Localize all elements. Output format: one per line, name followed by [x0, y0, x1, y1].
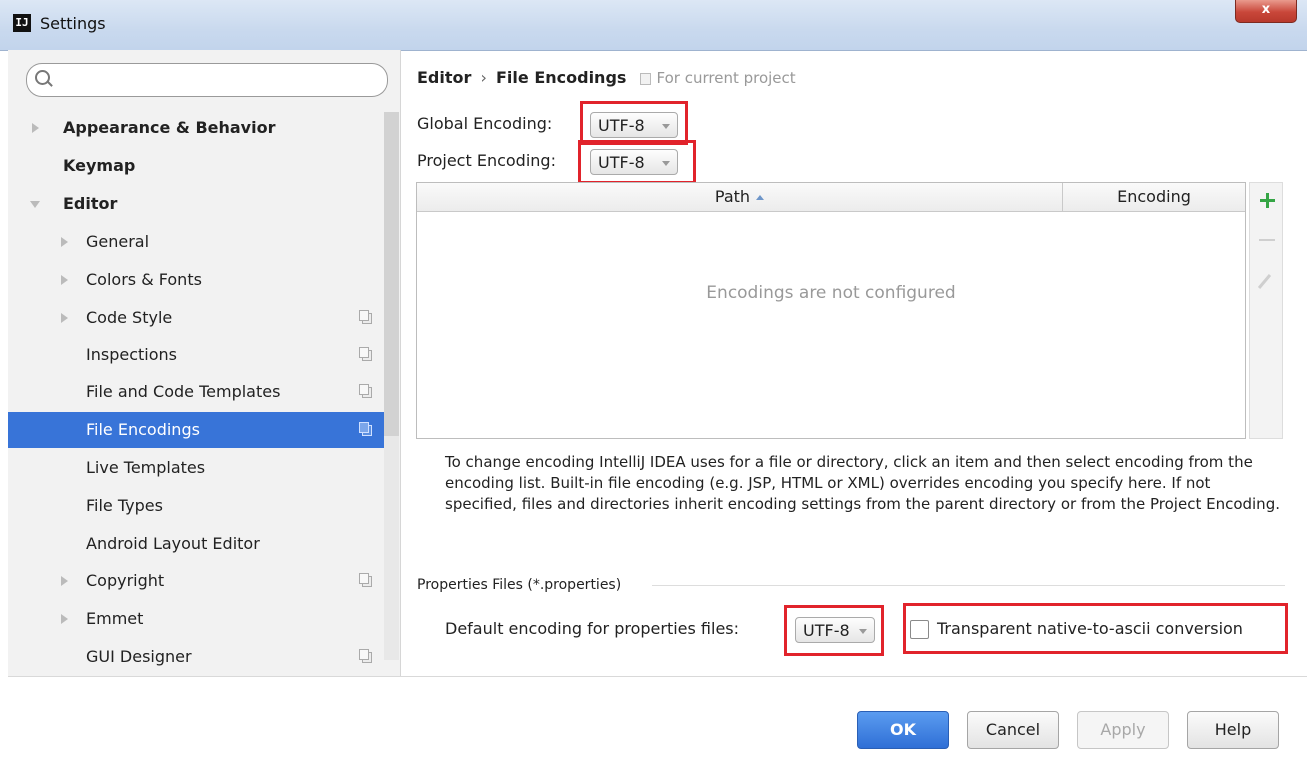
- breadcrumb-separator: ›: [480, 68, 487, 87]
- sidebar-item-appearance-behavior[interactable]: Appearance & Behavior: [8, 110, 384, 146]
- settings-search-input[interactable]: [26, 63, 388, 97]
- expand-arrow-icon[interactable]: [32, 123, 39, 133]
- sidebar-scrollbar[interactable]: [384, 112, 399, 660]
- project-scope-icon: [639, 72, 651, 85]
- sidebar-item-label: Keymap: [63, 156, 136, 175]
- group-divider: [652, 585, 1285, 586]
- sidebar-item-label: Android Layout Editor: [86, 534, 260, 553]
- global-encoding-value: UTF-8: [598, 116, 645, 135]
- chevron-down-icon: [859, 629, 867, 634]
- project-scope-icon: [359, 649, 372, 663]
- project-scope-icon: [359, 422, 372, 436]
- add-icon[interactable]: [1259, 192, 1275, 208]
- sidebar-item-label: Code Style: [86, 308, 173, 327]
- chevron-down-icon: [662, 161, 670, 166]
- window-title: Settings: [40, 14, 106, 33]
- sidebar-item-code-style[interactable]: Code Style: [8, 300, 384, 336]
- expand-arrow-icon[interactable]: [61, 313, 68, 323]
- project-scope-icon: [359, 384, 372, 398]
- breadcrumb-parent: Editor: [417, 68, 472, 87]
- table-header: Path Encoding: [417, 183, 1245, 212]
- sidebar-item-label: GUI Designer: [86, 647, 192, 666]
- bottom-separator: [8, 676, 1307, 677]
- breadcrumb: Editor › File Encodings For current proj…: [417, 68, 796, 87]
- path-column-label: Path: [714, 187, 751, 206]
- encoding-column-header[interactable]: Encoding: [1063, 183, 1245, 211]
- sidebar-item-label: Colors & Fonts: [86, 270, 202, 289]
- project-encoding-value: UTF-8: [598, 153, 645, 172]
- sidebar-item-label: Inspections: [86, 345, 177, 364]
- sidebar-item-label: Copyright: [86, 571, 165, 590]
- properties-group-title: Properties Files (*.properties): [417, 577, 622, 593]
- remove-icon[interactable]: [1259, 239, 1275, 241]
- sidebar-item-emmet[interactable]: Emmet: [8, 601, 384, 637]
- intellij-app-icon: IJ: [13, 14, 31, 32]
- sidebar-item-inspections[interactable]: Inspections: [8, 337, 384, 373]
- expand-arrow-icon[interactable]: [61, 576, 68, 586]
- sidebar-item-label: Emmet: [86, 609, 144, 628]
- sidebar-item-label: File Encodings: [86, 420, 200, 439]
- global-encoding-label: Global Encoding:: [417, 114, 553, 133]
- sidebar-item-label: File Types: [86, 496, 163, 515]
- sidebar-item-file-types[interactable]: File Types: [8, 488, 384, 524]
- ok-button[interactable]: OK: [857, 711, 949, 749]
- edit-pencil-icon[interactable]: [1257, 274, 1272, 289]
- sidebar-item-general[interactable]: General: [8, 224, 384, 260]
- sidebar-item-colors-fonts[interactable]: Colors & Fonts: [8, 262, 384, 298]
- properties-encoding-value: UTF-8: [803, 621, 850, 640]
- sidebar-scrollbar-thumb[interactable]: [384, 112, 399, 436]
- sidebar-item-label: General: [86, 232, 150, 251]
- sidebar-item-live-templates[interactable]: Live Templates: [8, 450, 384, 486]
- sidebar-item-editor[interactable]: Editor: [8, 186, 384, 222]
- breadcrumb-scope-note: For current project: [639, 69, 796, 87]
- encoding-column-label: Encoding: [1117, 187, 1191, 206]
- sidebar-item-android-layout-editor[interactable]: Android Layout Editor: [8, 526, 384, 562]
- project-scope-icon: [359, 573, 372, 587]
- properties-encoding-select[interactable]: UTF-8: [795, 617, 875, 643]
- sidebar-item-label: Appearance & Behavior: [63, 118, 276, 137]
- cancel-button[interactable]: Cancel: [967, 711, 1059, 749]
- sidebar-item-label: Live Templates: [86, 458, 206, 477]
- search-icon: [35, 70, 50, 85]
- sidebar-item-gui-designer[interactable]: GUI Designer: [8, 639, 384, 675]
- sidebar-item-file-encodings[interactable]: File Encodings: [8, 412, 384, 448]
- breadcrumb-current: File Encodings: [496, 68, 627, 87]
- encodings-table[interactable]: Path Encoding Encodings are not configur…: [416, 182, 1246, 439]
- expand-arrow-icon[interactable]: [61, 614, 68, 624]
- collapse-arrow-icon[interactable]: [30, 201, 40, 208]
- sidebar-item-file-code-templates[interactable]: File and Code Templates: [8, 374, 384, 410]
- scope-note-text: For current project: [656, 69, 796, 87]
- project-encoding-select[interactable]: UTF-8: [590, 149, 678, 175]
- transparent-conversion-checkbox[interactable]: [910, 620, 929, 639]
- global-encoding-select[interactable]: UTF-8: [590, 112, 678, 138]
- sidebar-item-keymap[interactable]: Keymap: [8, 148, 384, 184]
- title-bar: IJ Settings x: [0, 0, 1307, 51]
- expand-arrow-icon[interactable]: [61, 237, 68, 247]
- sidebar-item-copyright[interactable]: Copyright: [8, 563, 384, 599]
- help-button[interactable]: Help: [1187, 711, 1279, 749]
- close-window-button[interactable]: x: [1235, 0, 1297, 23]
- apply-button[interactable]: Apply: [1077, 711, 1169, 749]
- project-encoding-label: Project Encoding:: [417, 151, 556, 170]
- sidebar-item-label: Editor: [63, 194, 118, 213]
- table-toolbar: [1249, 182, 1283, 439]
- path-column-header[interactable]: Path: [417, 183, 1063, 211]
- transparent-conversion-label[interactable]: Transparent native-to-ascii conversion: [937, 619, 1243, 638]
- properties-default-encoding-label: Default encoding for properties files:: [445, 619, 740, 638]
- project-scope-icon: [359, 347, 372, 361]
- sort-ascending-icon: [756, 195, 765, 200]
- sidebar-item-label: File and Code Templates: [86, 382, 281, 401]
- expand-arrow-icon[interactable]: [61, 275, 68, 285]
- chevron-down-icon: [662, 124, 670, 129]
- encoding-help-text: To change encoding IntelliJ IDEA uses fo…: [445, 453, 1280, 513]
- table-empty-message: Encodings are not configured: [706, 283, 956, 303]
- project-scope-icon: [359, 310, 372, 324]
